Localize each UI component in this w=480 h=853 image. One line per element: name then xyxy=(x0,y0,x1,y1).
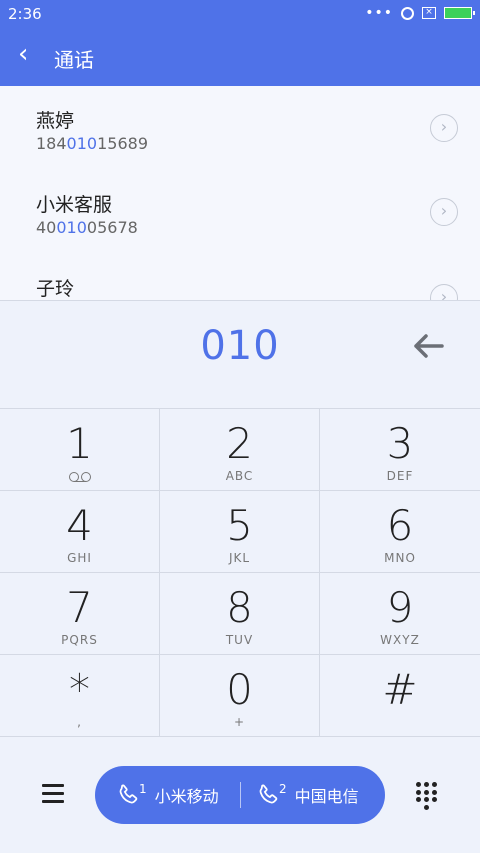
key-star[interactable]: * , xyxy=(0,655,160,737)
key-5[interactable]: 5 JKL xyxy=(160,491,320,573)
dialed-number: 010 xyxy=(200,323,280,369)
contact-item[interactable]: 小米客服 4001005678 › xyxy=(0,170,480,256)
status-time: 2:36 xyxy=(8,5,42,23)
key-7[interactable]: 7 PQRS xyxy=(0,573,160,655)
contact-name: 子玲 xyxy=(36,278,75,300)
dialpad-icon[interactable] xyxy=(416,782,438,810)
no-sim-icon: × xyxy=(422,7,436,19)
contact-suggestion-list[interactable]: 燕婷 18401015689 › 小米客服 4001005678 › 子玲 › xyxy=(0,86,480,300)
status-bar: 2:36 ••• × xyxy=(0,0,480,28)
contact-item[interactable]: 燕婷 18401015689 › xyxy=(0,86,480,172)
key-3[interactable]: 3 DEF xyxy=(320,409,480,491)
app-bar: ‹ 通话 xyxy=(0,28,480,86)
key-hash[interactable]: # xyxy=(320,655,480,737)
backspace-icon[interactable] xyxy=(410,331,446,361)
voicemail-icon xyxy=(68,472,91,482)
contact-number: 18401015689 xyxy=(36,134,148,153)
contact-name: 小米客服 xyxy=(36,194,113,216)
key-6[interactable]: 6 MNO xyxy=(320,491,480,573)
contact-item[interactable]: 子玲 › xyxy=(0,254,480,300)
divider xyxy=(240,782,241,808)
contact-detail-chevron-icon[interactable]: › xyxy=(430,284,458,300)
status-icons: ••• × xyxy=(365,5,475,21)
menu-icon[interactable] xyxy=(42,784,64,808)
battery-icon xyxy=(444,7,475,19)
key-8[interactable]: 8 TUV xyxy=(160,573,320,655)
call-sim2-button[interactable]: 2 中国电信 xyxy=(255,766,359,824)
contact-detail-chevron-icon[interactable]: › xyxy=(430,114,458,142)
bottom-bar: 1 小米移动 2 中国电信 xyxy=(0,738,480,853)
key-0[interactable]: 0 + xyxy=(160,655,320,737)
carrier-label: 小米移动 xyxy=(154,787,219,806)
phone-icon xyxy=(259,784,278,804)
sim-number: 1 xyxy=(139,782,147,796)
carrier-label: 中国电信 xyxy=(294,787,359,806)
contact-detail-chevron-icon[interactable]: › xyxy=(430,198,458,226)
key-4[interactable]: 4 GHI xyxy=(0,491,160,573)
contact-name: 燕婷 xyxy=(36,110,75,132)
key-2[interactable]: 2 ABC xyxy=(160,409,320,491)
contact-number: 4001005678 xyxy=(36,218,138,237)
call-button-group: 1 小米移动 2 中国电信 xyxy=(95,766,385,824)
dial-keypad: 1 2 ABC 3 DEF 4 GHI 5 JKL 6 MNO 7 PQRS 8… xyxy=(0,408,480,739)
dial-input-area: 010 xyxy=(0,300,480,409)
alarm-icon xyxy=(401,6,414,20)
phone-icon xyxy=(119,784,138,804)
sim-number: 2 xyxy=(279,782,287,796)
key-9[interactable]: 9 WXYZ xyxy=(320,573,480,655)
notification-dots-icon: ••• xyxy=(365,5,393,21)
page-title: 通话 xyxy=(54,48,94,72)
back-arrow-icon[interactable]: ‹ xyxy=(18,41,28,67)
key-1[interactable]: 1 xyxy=(0,409,160,491)
call-sim1-button[interactable]: 1 小米移动 xyxy=(115,766,219,824)
